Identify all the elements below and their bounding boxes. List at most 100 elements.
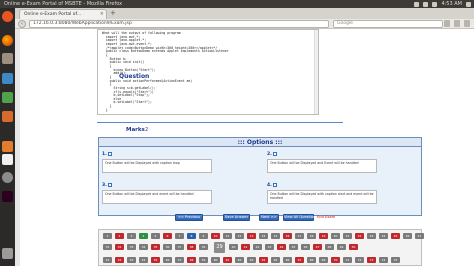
row1-question-button[interactable]: 18: [307, 233, 316, 239]
row3-question-button[interactable]: 71: [343, 257, 352, 263]
row1-question-button[interactable]: 23: [367, 233, 376, 239]
row2-question-button[interactable]: 45: [289, 244, 298, 250]
option-1-radio[interactable]: [108, 152, 112, 156]
row3-question-button[interactable]: 63: [247, 257, 256, 263]
row2-question-button[interactable]: 47: [313, 244, 322, 250]
row1-question-button[interactable]: 6: [163, 233, 172, 239]
row1-question-button[interactable]: 10: [211, 233, 220, 239]
settings-icon[interactable]: [2, 172, 13, 183]
back-icon[interactable]: ‹: [18, 20, 26, 28]
row1-question-button[interactable]: 2: [115, 233, 124, 239]
row1-question-button[interactable]: 11: [223, 233, 232, 239]
bluetooth-icon[interactable]: [423, 2, 429, 7]
trash-icon[interactable]: [2, 248, 13, 259]
row1-question-button[interactable]: 14: [259, 233, 268, 239]
terminal-icon[interactable]: [2, 191, 13, 202]
row3-question-button[interactable]: 57: [175, 257, 184, 263]
download-icon[interactable]: [454, 20, 460, 27]
row1-question-button[interactable]: 16: [283, 233, 292, 239]
row3-question-button[interactable]: 74: [379, 257, 388, 263]
row2-question-button[interactable]: 41: [241, 244, 250, 250]
row1-question-button[interactable]: 12: [235, 233, 244, 239]
firefox-icon[interactable]: [2, 35, 13, 46]
row1-question-button[interactable]: 27: [415, 233, 424, 239]
ubuntu-dash-icon[interactable]: [2, 11, 13, 22]
row1-question-button[interactable]: 17: [295, 233, 304, 239]
row1-question-button[interactable]: 25: [391, 233, 400, 239]
network-icon[interactable]: [414, 2, 420, 7]
row2-question-button[interactable]: 36: [163, 244, 172, 250]
question-textarea[interactable]: What will the output of following progra…: [97, 29, 319, 115]
option-4-radio[interactable]: [273, 183, 277, 187]
close-tab-icon[interactable]: ×: [100, 10, 104, 19]
row2-question-button[interactable]: 35: [151, 244, 160, 250]
save-answer-button[interactable]: Save Answer: [223, 214, 250, 221]
row3-question-button[interactable]: 66: [283, 257, 292, 263]
row1-question-button[interactable]: 3: [127, 233, 136, 239]
row2-question-button[interactable]: 49: [337, 244, 346, 250]
option-3-radio[interactable]: [108, 183, 112, 187]
row1-question-button[interactable]: 1: [103, 233, 112, 239]
row1-question-button[interactable]: 5: [151, 233, 160, 239]
row2-question-button[interactable]: 38: [187, 244, 196, 250]
row1-question-button[interactable]: 26: [403, 233, 412, 239]
row2-question-button[interactable]: 46: [301, 244, 310, 250]
row2-question-button[interactable]: 31: [103, 244, 112, 250]
question-scrollbar[interactable]: [314, 30, 318, 114]
row2-question-button[interactable]: 37: [175, 244, 184, 250]
volume-icon[interactable]: [432, 2, 438, 7]
row2-question-button[interactable]: 48: [325, 244, 334, 250]
row1-question-button[interactable]: 15: [271, 233, 280, 239]
row3-question-button[interactable]: 68: [307, 257, 316, 263]
amazon-icon[interactable]: [2, 154, 13, 165]
row1-question-button[interactable]: 21: [343, 233, 352, 239]
row1-question-button[interactable]: 19: [319, 233, 328, 239]
clock[interactable]: 4:53 AM: [441, 0, 462, 8]
row1-question-button[interactable]: 13: [247, 233, 256, 239]
row3-question-button[interactable]: 64: [259, 257, 268, 263]
previous-button[interactable]: << Previous: [175, 214, 203, 221]
search-bar[interactable]: Google: [333, 20, 443, 28]
new-tab-icon[interactable]: +: [110, 9, 116, 18]
row3-question-button[interactable]: 75: [391, 257, 400, 263]
calc-icon[interactable]: [2, 92, 13, 103]
row3-question-button[interactable]: 62: [235, 257, 244, 263]
row3-question-button[interactable]: 61: [223, 257, 232, 263]
impress-icon[interactable]: [2, 111, 13, 122]
row2-question-button[interactable]: 39: [199, 244, 208, 250]
current-question-button[interactable]: 29: [214, 242, 225, 253]
power-icon[interactable]: [466, 2, 471, 7]
row2-question-button[interactable]: 43: [265, 244, 274, 250]
url-bar[interactable]: 172.16.0.3:8080/WebApplication9/Exam.jsp: [29, 20, 329, 28]
view-all-button[interactable]: View All Questions: [283, 214, 317, 221]
end-exam-link[interactable]: End Exam: [317, 215, 335, 219]
row1-question-button[interactable]: 9: [199, 233, 208, 239]
software-center-icon[interactable]: [2, 141, 13, 152]
row3-question-button[interactable]: 67: [295, 257, 304, 263]
row1-question-button[interactable]: 20: [331, 233, 340, 239]
row3-question-button[interactable]: 58: [187, 257, 196, 263]
row2-question-button[interactable]: 44: [277, 244, 286, 250]
row2-question-button[interactable]: 42: [253, 244, 262, 250]
menu-icon[interactable]: [464, 20, 470, 27]
row2-question-button[interactable]: 32: [115, 244, 124, 250]
row1-question-button[interactable]: 4: [139, 233, 148, 239]
row3-question-button[interactable]: 59: [199, 257, 208, 263]
row3-question-button[interactable]: 56: [163, 257, 172, 263]
files-icon[interactable]: [2, 53, 13, 64]
row3-question-button[interactable]: 51: [103, 257, 112, 263]
row3-question-button[interactable]: 60: [211, 257, 220, 263]
browser-tab[interactable]: Online e-Exam Portal of... ×: [19, 9, 107, 19]
row2-question-button[interactable]: 34: [139, 244, 148, 250]
row1-question-button[interactable]: 22: [355, 233, 364, 239]
row3-question-button[interactable]: 53: [127, 257, 136, 263]
bookmark-icon[interactable]: [444, 20, 450, 27]
row3-question-button[interactable]: 70: [331, 257, 340, 263]
row2-question-button[interactable]: 40: [229, 244, 238, 250]
option-2-radio[interactable]: [273, 152, 277, 156]
row1-question-button[interactable]: 8: [187, 233, 196, 239]
row3-question-button[interactable]: 72: [355, 257, 364, 263]
row1-question-button[interactable]: 7: [175, 233, 184, 239]
writer-icon[interactable]: [2, 73, 13, 84]
row2-question-button[interactable]: 33: [127, 244, 136, 250]
